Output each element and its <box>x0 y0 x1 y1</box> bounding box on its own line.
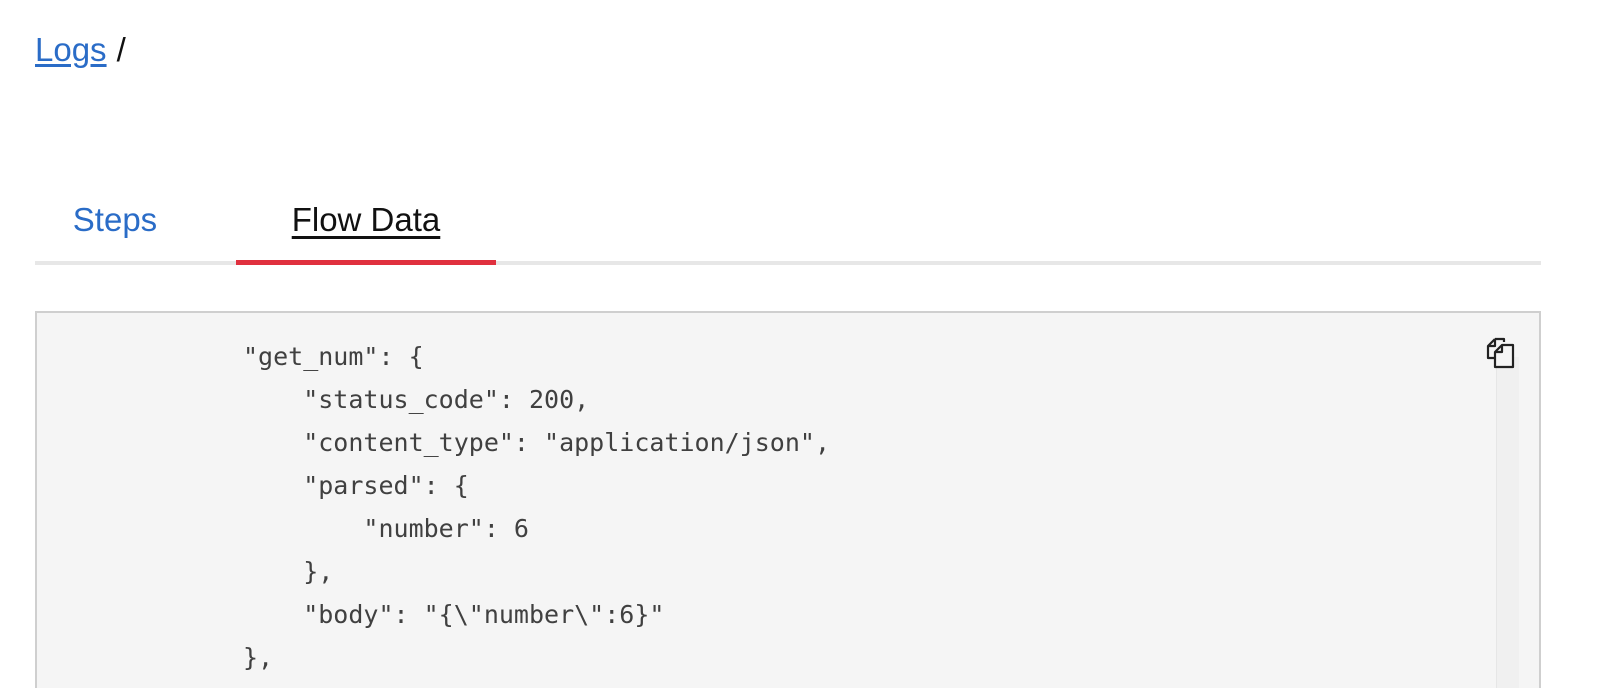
code-line: "status_code": 200, <box>243 385 590 414</box>
tab-flow-data[interactable]: Flow Data <box>236 188 496 265</box>
code-line: "parsed": { <box>243 471 469 500</box>
log-detail-page: Logs / Steps Flow Data "get_num": { "stat… <box>0 0 1600 688</box>
breadcrumb: Logs / <box>35 28 126 72</box>
copy-button[interactable] <box>1481 333 1521 373</box>
code-line: }, <box>243 557 334 586</box>
code-scrollbar[interactable] <box>1496 357 1519 688</box>
code-line: }, <box>243 643 274 672</box>
code-line: "content_type": "application/json", <box>243 428 830 457</box>
breadcrumb-separator: / <box>116 31 126 68</box>
json-code-block: "get_num": { "status_code": 200, "conten… <box>243 335 830 688</box>
code-line: { <box>243 679 830 688</box>
tab-bar: Steps Flow Data <box>35 188 1541 265</box>
tab-steps[interactable]: Steps <box>35 188 195 265</box>
flow-data-code-panel[interactable]: "get_num": { "status_code": 200, "conten… <box>35 311 1541 688</box>
active-tab-indicator <box>236 260 496 265</box>
code-line: "body": "{\"number\":6}" <box>243 600 665 629</box>
code-line: "get_num": { <box>243 342 424 371</box>
copy-icon <box>1486 337 1515 369</box>
breadcrumb-link-logs[interactable]: Logs <box>35 31 107 68</box>
code-line: "number": 6 <box>243 514 529 543</box>
